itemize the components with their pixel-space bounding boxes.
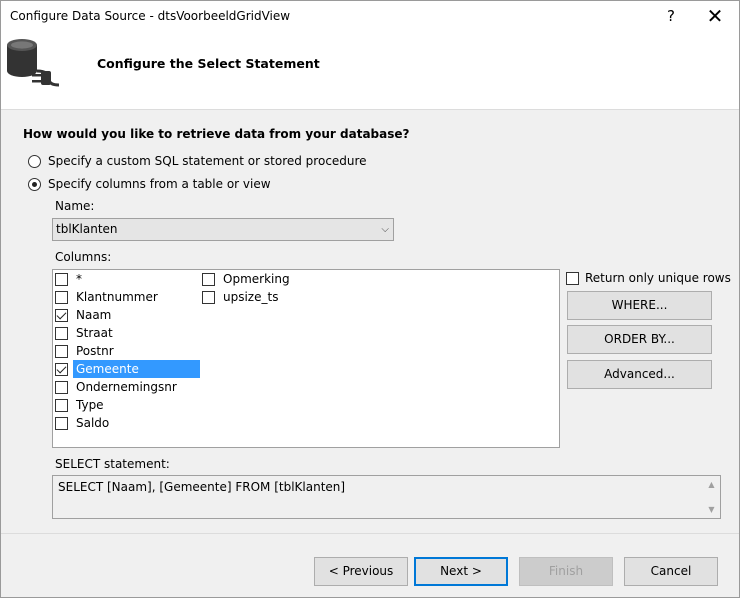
columns-list: * Klantnummer Naam Straat Postnr Gemeent… xyxy=(52,269,560,448)
column-item-klantnummer[interactable]: Klantnummer xyxy=(55,288,161,306)
column-checkbox[interactable] xyxy=(55,416,68,430)
configure-data-source-dialog: Configure Data Source - dtsVoorbeeldGrid… xyxy=(0,0,740,598)
column-item-ondernemingsnr[interactable]: Ondernemingsnr xyxy=(55,378,180,396)
radio-columns-from-table[interactable]: Specify columns from a table or view xyxy=(28,176,271,192)
radio-columns-label: Specify columns from a table or view xyxy=(48,177,271,191)
title-bar: Configure Data Source - dtsVoorbeeldGrid… xyxy=(1,1,739,31)
where-button[interactable]: WHERE... xyxy=(567,291,712,320)
column-item-type[interactable]: Type xyxy=(55,396,107,414)
column-item-star[interactable]: * xyxy=(55,270,85,288)
select-statement-box: SELECT [Naam], [Gemeente] FROM [tblKlant… xyxy=(52,475,721,519)
scroll-up-arrow-icon[interactable]: ▲ xyxy=(703,476,720,493)
radio-custom-sql[interactable]: Specify a custom SQL statement or stored… xyxy=(28,153,367,169)
help-button[interactable]: ? xyxy=(651,1,691,31)
order-by-button[interactable]: ORDER BY... xyxy=(567,325,712,354)
retrieve-question: How would you like to retrieve data from… xyxy=(23,127,410,141)
column-checkbox[interactable] xyxy=(55,326,68,340)
unique-rows-checkbox[interactable] xyxy=(566,271,579,285)
column-item-postnr[interactable]: Postnr xyxy=(55,342,117,360)
sql-scrollbar[interactable]: ▲ ▼ xyxy=(703,476,720,518)
column-checkbox[interactable] xyxy=(55,272,68,286)
finish-button: Finish xyxy=(519,557,613,586)
select-statement-text: SELECT [Naam], [Gemeente] FROM [tblKlant… xyxy=(58,480,346,494)
column-item-upsize-ts[interactable]: upsize_ts xyxy=(202,288,281,306)
column-item-gemeente[interactable]: Gemeente xyxy=(55,360,200,378)
footer-divider xyxy=(1,533,739,534)
advanced-button[interactable]: Advanced... xyxy=(567,360,712,389)
wizard-header: Configure the Select Statement xyxy=(1,31,739,110)
column-item-straat[interactable]: Straat xyxy=(55,324,116,342)
unique-rows-option[interactable]: Return only unique rows xyxy=(566,271,731,285)
column-checkbox-checked[interactable] xyxy=(55,308,68,322)
radio-button[interactable] xyxy=(28,154,41,168)
radio-custom-sql-label: Specify a custom SQL statement or stored… xyxy=(48,154,367,168)
column-checkbox-checked[interactable] xyxy=(55,362,68,376)
table-name-value: tblKlanten xyxy=(56,222,118,236)
next-button[interactable]: Next > xyxy=(414,557,508,586)
select-statement-label: SELECT statement: xyxy=(55,457,170,471)
chevron-down-icon: ⌵ xyxy=(381,224,389,235)
previous-button[interactable]: < Previous xyxy=(314,557,408,586)
cancel-button[interactable]: Cancel xyxy=(624,557,718,586)
column-item-opmerking[interactable]: Opmerking xyxy=(202,270,293,288)
database-plug-icon xyxy=(7,39,60,87)
column-item-saldo[interactable]: Saldo xyxy=(55,414,112,432)
column-item-naam[interactable]: Naam xyxy=(55,306,114,324)
column-checkbox[interactable] xyxy=(202,290,215,304)
name-label: Name: xyxy=(55,199,95,213)
page-title: Configure the Select Statement xyxy=(97,56,320,71)
column-checkbox[interactable] xyxy=(55,398,68,412)
radio-button-checked[interactable] xyxy=(28,177,41,191)
column-checkbox[interactable] xyxy=(55,380,68,394)
column-checkbox[interactable] xyxy=(55,344,68,358)
window-title: Configure Data Source - dtsVoorbeeldGrid… xyxy=(10,9,291,23)
unique-rows-label: Return only unique rows xyxy=(585,271,731,285)
column-checkbox[interactable] xyxy=(202,272,215,286)
scroll-down-arrow-icon[interactable]: ▼ xyxy=(703,501,720,518)
columns-label: Columns: xyxy=(55,250,112,264)
table-name-select[interactable]: tblKlanten ⌵ xyxy=(52,218,394,241)
close-button[interactable]: ✕ xyxy=(695,1,735,31)
column-checkbox[interactable] xyxy=(55,290,68,304)
